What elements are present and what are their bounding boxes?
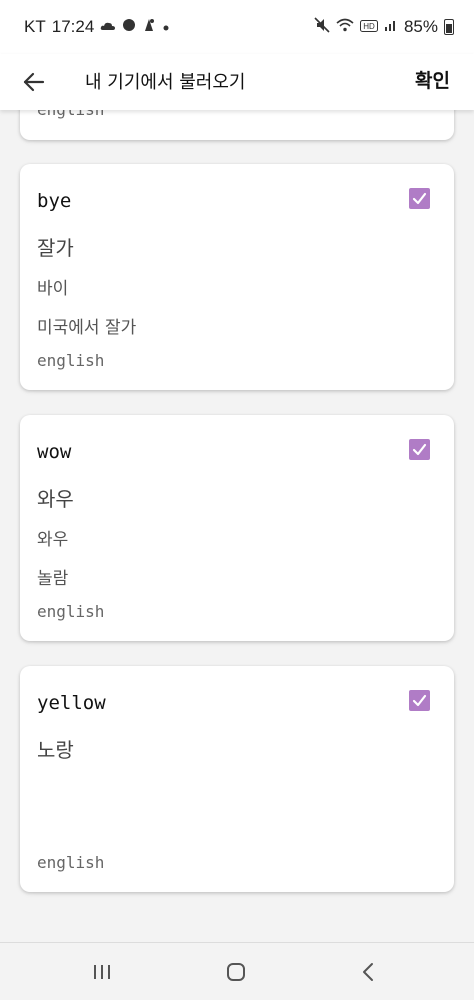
svg-text:HD: HD [363, 22, 375, 31]
word-card[interactable]: bye 잘가 바이 미국에서 잘가 english [20, 164, 454, 390]
recent-apps-button[interactable] [82, 957, 122, 987]
chat-icon [122, 18, 136, 36]
status-left: KT 17:24 [24, 17, 170, 37]
card-example: 미국에서 잘가 [37, 318, 137, 338]
wifi-icon [336, 18, 354, 36]
card-language: english [37, 351, 105, 370]
back-button[interactable] [16, 64, 52, 100]
word-card[interactable]: wow 와우 와우 놀람 english [20, 415, 454, 641]
word-card[interactable]: english [20, 110, 454, 140]
recent-apps-icon [94, 965, 110, 979]
checkmark-icon [412, 694, 427, 707]
home-button[interactable] [216, 957, 256, 987]
back-nav-icon [363, 963, 373, 981]
page-title: 내 기기에서 불러오기 [85, 72, 246, 93]
battery-icon [444, 19, 454, 35]
status-right: HD 85% [314, 17, 454, 37]
system-back-button[interactable] [348, 957, 388, 987]
battery-percent: 85% [403, 17, 438, 36]
word-card[interactable]: yellow 노랑 english [20, 666, 454, 892]
card-meaning: 잘가 [37, 236, 74, 260]
card-checkbox[interactable] [409, 439, 430, 460]
carrier-label: KT [24, 17, 46, 36]
weather-icon [100, 18, 116, 36]
app-bar: 내 기기에서 불러오기 확인 [0, 54, 474, 110]
checkmark-icon [412, 443, 427, 456]
confirm-button[interactable]: 확인 [415, 66, 450, 93]
card-meaning: 노랑 [37, 738, 74, 762]
hd-icon: HD [359, 18, 378, 36]
notification-icon [142, 17, 156, 37]
card-word: yellow [37, 692, 106, 714]
system-nav-bar [0, 943, 474, 1000]
card-checkbox[interactable] [409, 188, 430, 209]
status-bar: KT 17:24 HD 85% [0, 0, 474, 54]
checkmark-icon [412, 192, 427, 205]
mute-icon [314, 17, 330, 37]
card-word: wow [37, 441, 72, 463]
card-meaning: 와우 [37, 487, 74, 511]
arrow-left-icon [23, 72, 45, 92]
card-checkbox[interactable] [409, 690, 430, 711]
card-language: english [37, 853, 105, 872]
word-list[interactable]: english bye 잘가 바이 미국에서 잘가 english wow 와우… [0, 110, 474, 942]
card-language: english [37, 110, 104, 119]
signal-icon [384, 18, 398, 36]
card-example: 놀람 [37, 569, 69, 589]
home-icon [227, 963, 245, 981]
dot-icon [162, 18, 170, 36]
card-word: bye [37, 190, 72, 212]
card-pronunciation: 바이 [37, 279, 69, 299]
card-language: english [37, 602, 105, 621]
card-pronunciation: 와우 [37, 530, 69, 550]
clock: 17:24 [51, 17, 95, 36]
